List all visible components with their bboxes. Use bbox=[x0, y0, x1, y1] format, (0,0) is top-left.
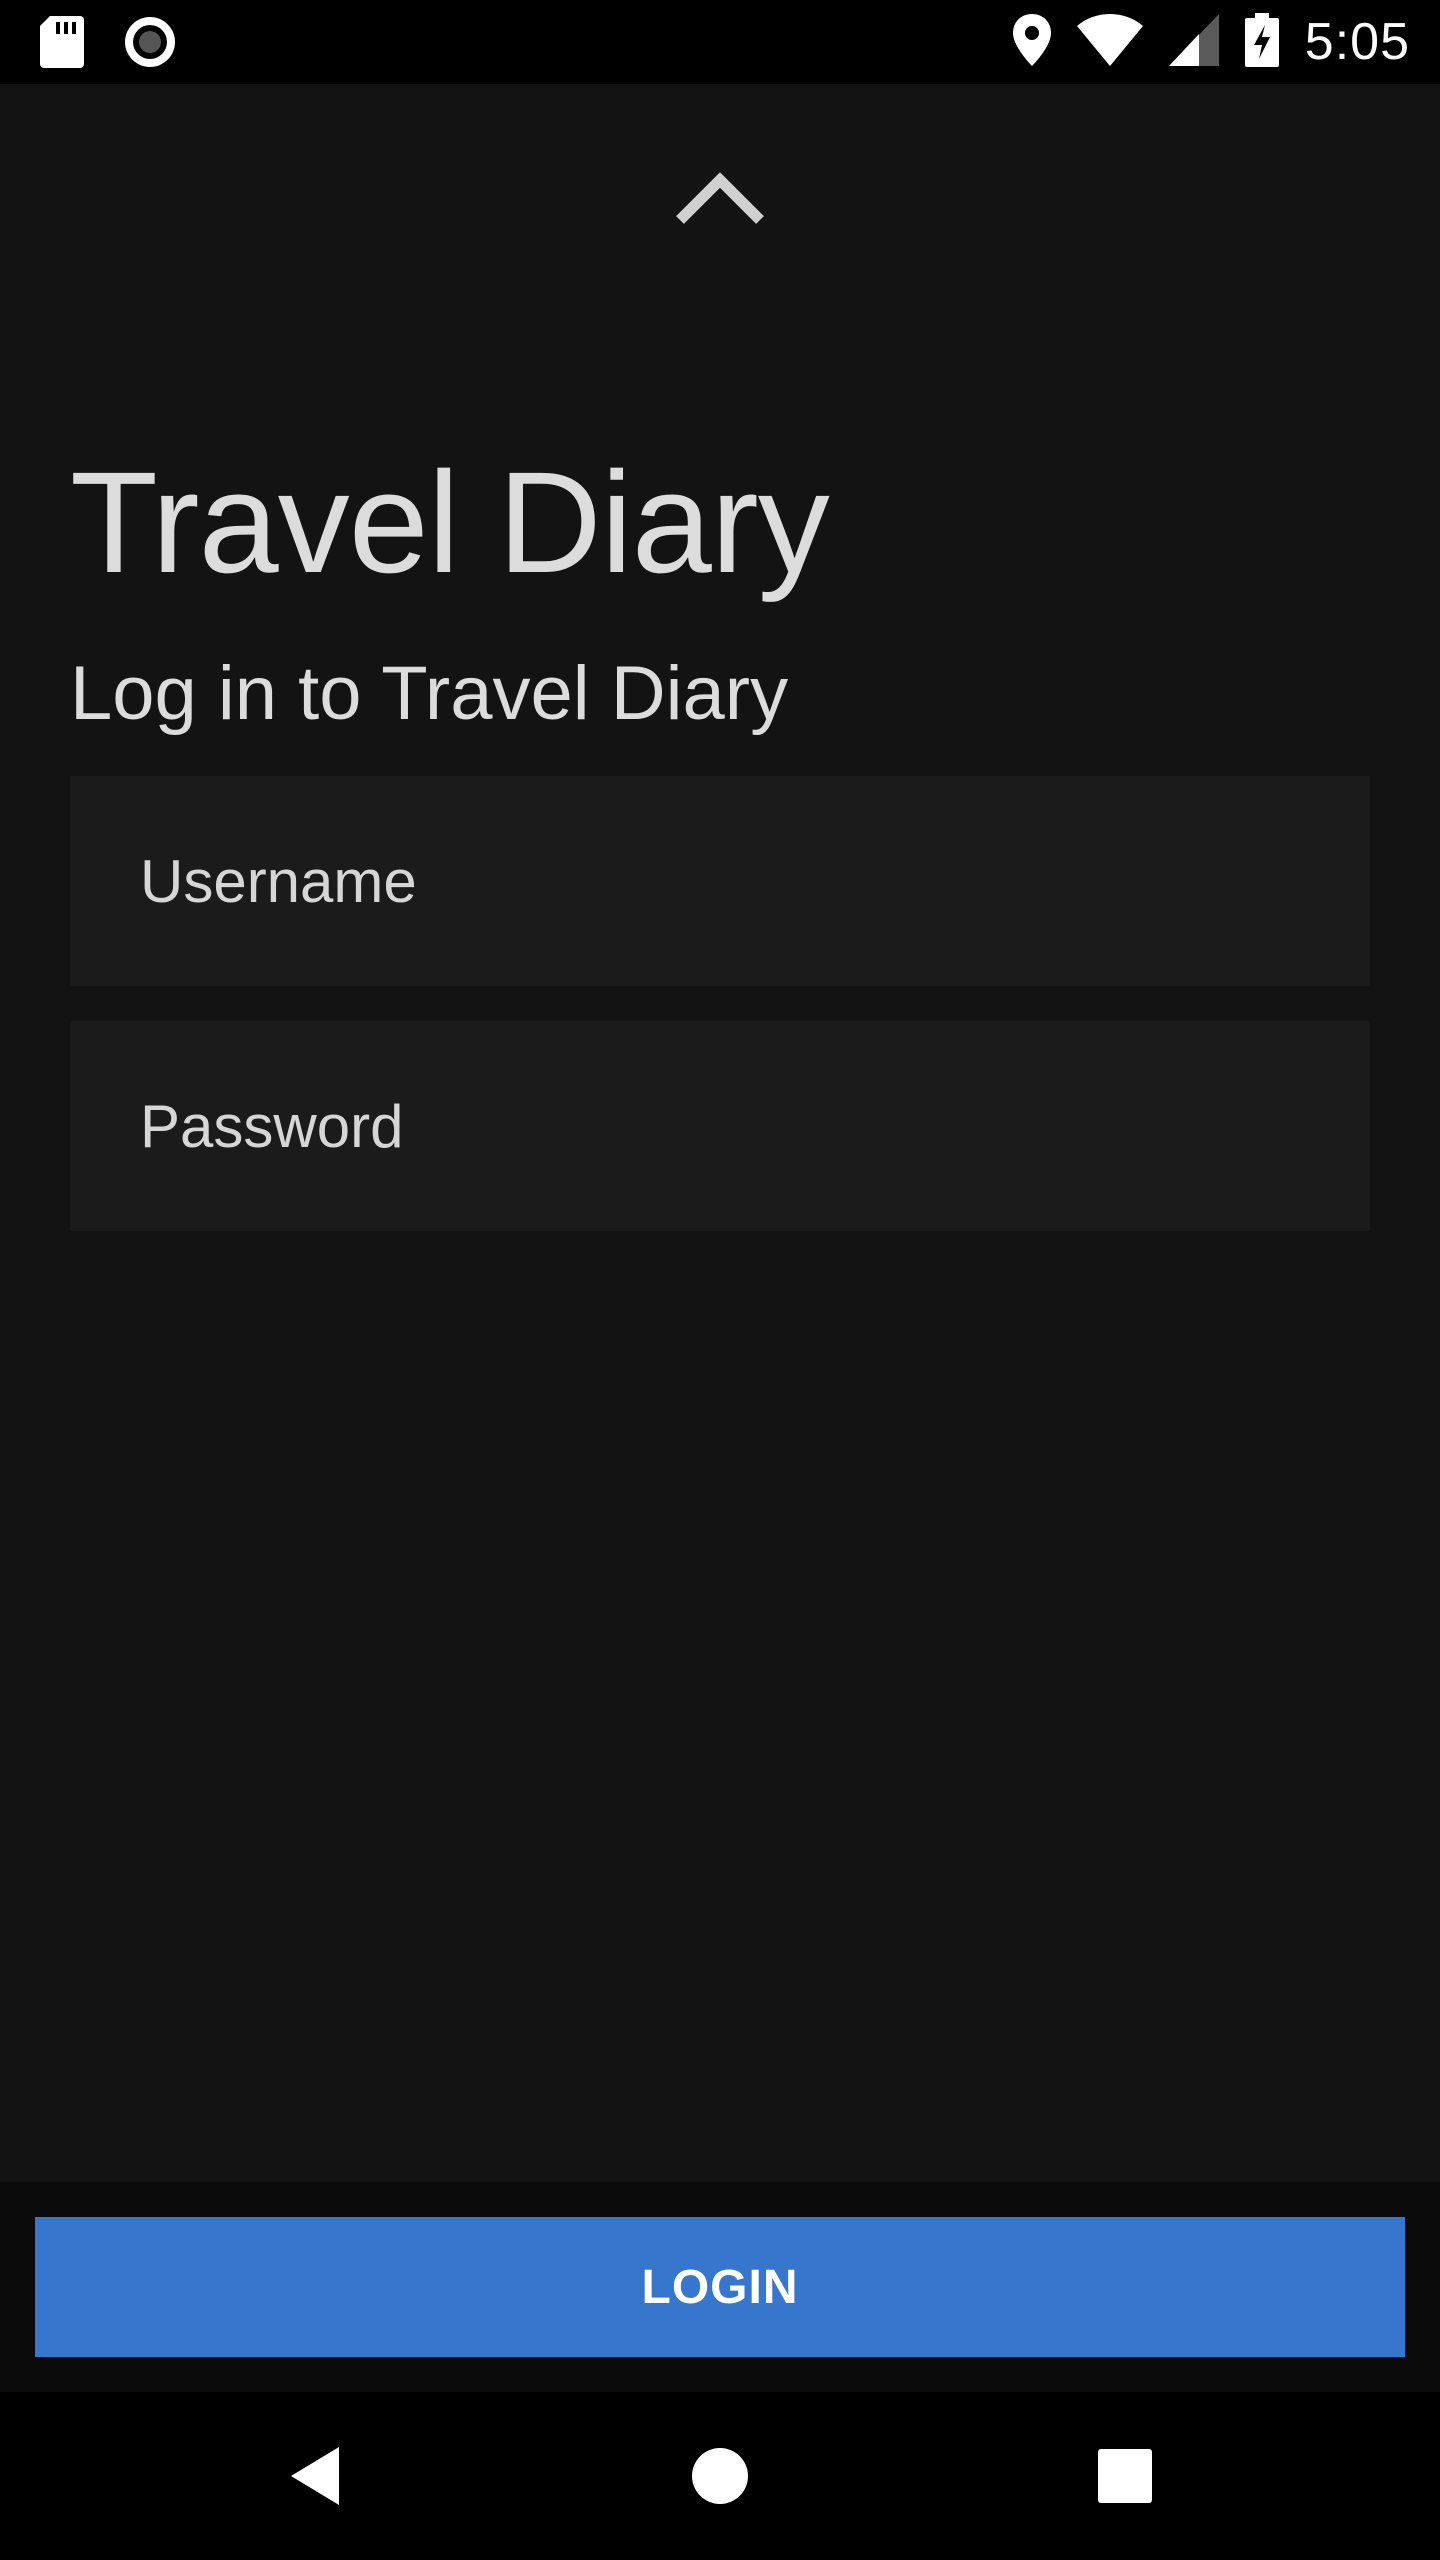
battery-charging-icon bbox=[1244, 12, 1279, 72]
login-subtitle: Log in to Travel Diary bbox=[70, 651, 789, 736]
chevron-up-icon[interactable] bbox=[675, 165, 765, 225]
app-title: Travel Diary bbox=[70, 442, 830, 603]
status-time: 5:05 bbox=[1304, 13, 1410, 71]
record-icon bbox=[124, 16, 176, 73]
recents-icon[interactable] bbox=[1085, 2436, 1165, 2516]
navigation-bar bbox=[0, 2392, 1440, 2560]
login-button[interactable]: LOGIN bbox=[35, 2217, 1405, 2357]
location-icon bbox=[1012, 13, 1051, 71]
login-screen: 5:05 Travel Diary Log in to Travel Diary… bbox=[0, 0, 1440, 2560]
back-icon[interactable] bbox=[275, 2436, 355, 2516]
sd-card-icon bbox=[40, 16, 84, 73]
home-icon[interactable] bbox=[680, 2436, 760, 2516]
status-bar: 5:05 bbox=[0, 0, 1440, 84]
wifi-icon bbox=[1076, 13, 1143, 71]
password-input[interactable] bbox=[70, 1021, 1370, 1231]
username-input[interactable] bbox=[70, 776, 1370, 986]
signal-icon bbox=[1168, 13, 1219, 71]
